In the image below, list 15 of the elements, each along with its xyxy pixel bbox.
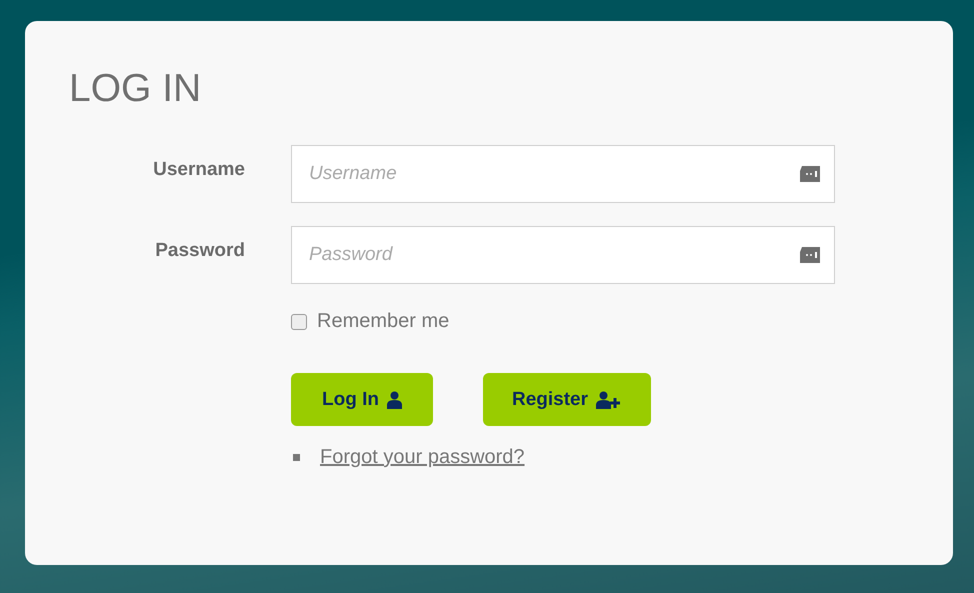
keyboard-icon (798, 164, 821, 184)
checkbox[interactable] (291, 314, 307, 330)
field-label: Username (152, 159, 245, 182)
user-icon (386, 390, 402, 408)
field-label: Password (154, 240, 245, 263)
checkbox-label: Remember me (317, 310, 450, 333)
username-field[interactable]: Username (291, 145, 835, 203)
forgot-password-link[interactable]: Forgot your password? (320, 446, 525, 469)
keyboard-icon (798, 245, 821, 265)
login-button[interactable]: Log In (291, 373, 433, 426)
add-user-icon (596, 390, 622, 408)
bullet-icon (293, 454, 300, 461)
page-title: LOG IN (69, 67, 202, 111)
password-field[interactable]: Password (291, 226, 835, 284)
register-button[interactable]: Register (483, 373, 651, 426)
